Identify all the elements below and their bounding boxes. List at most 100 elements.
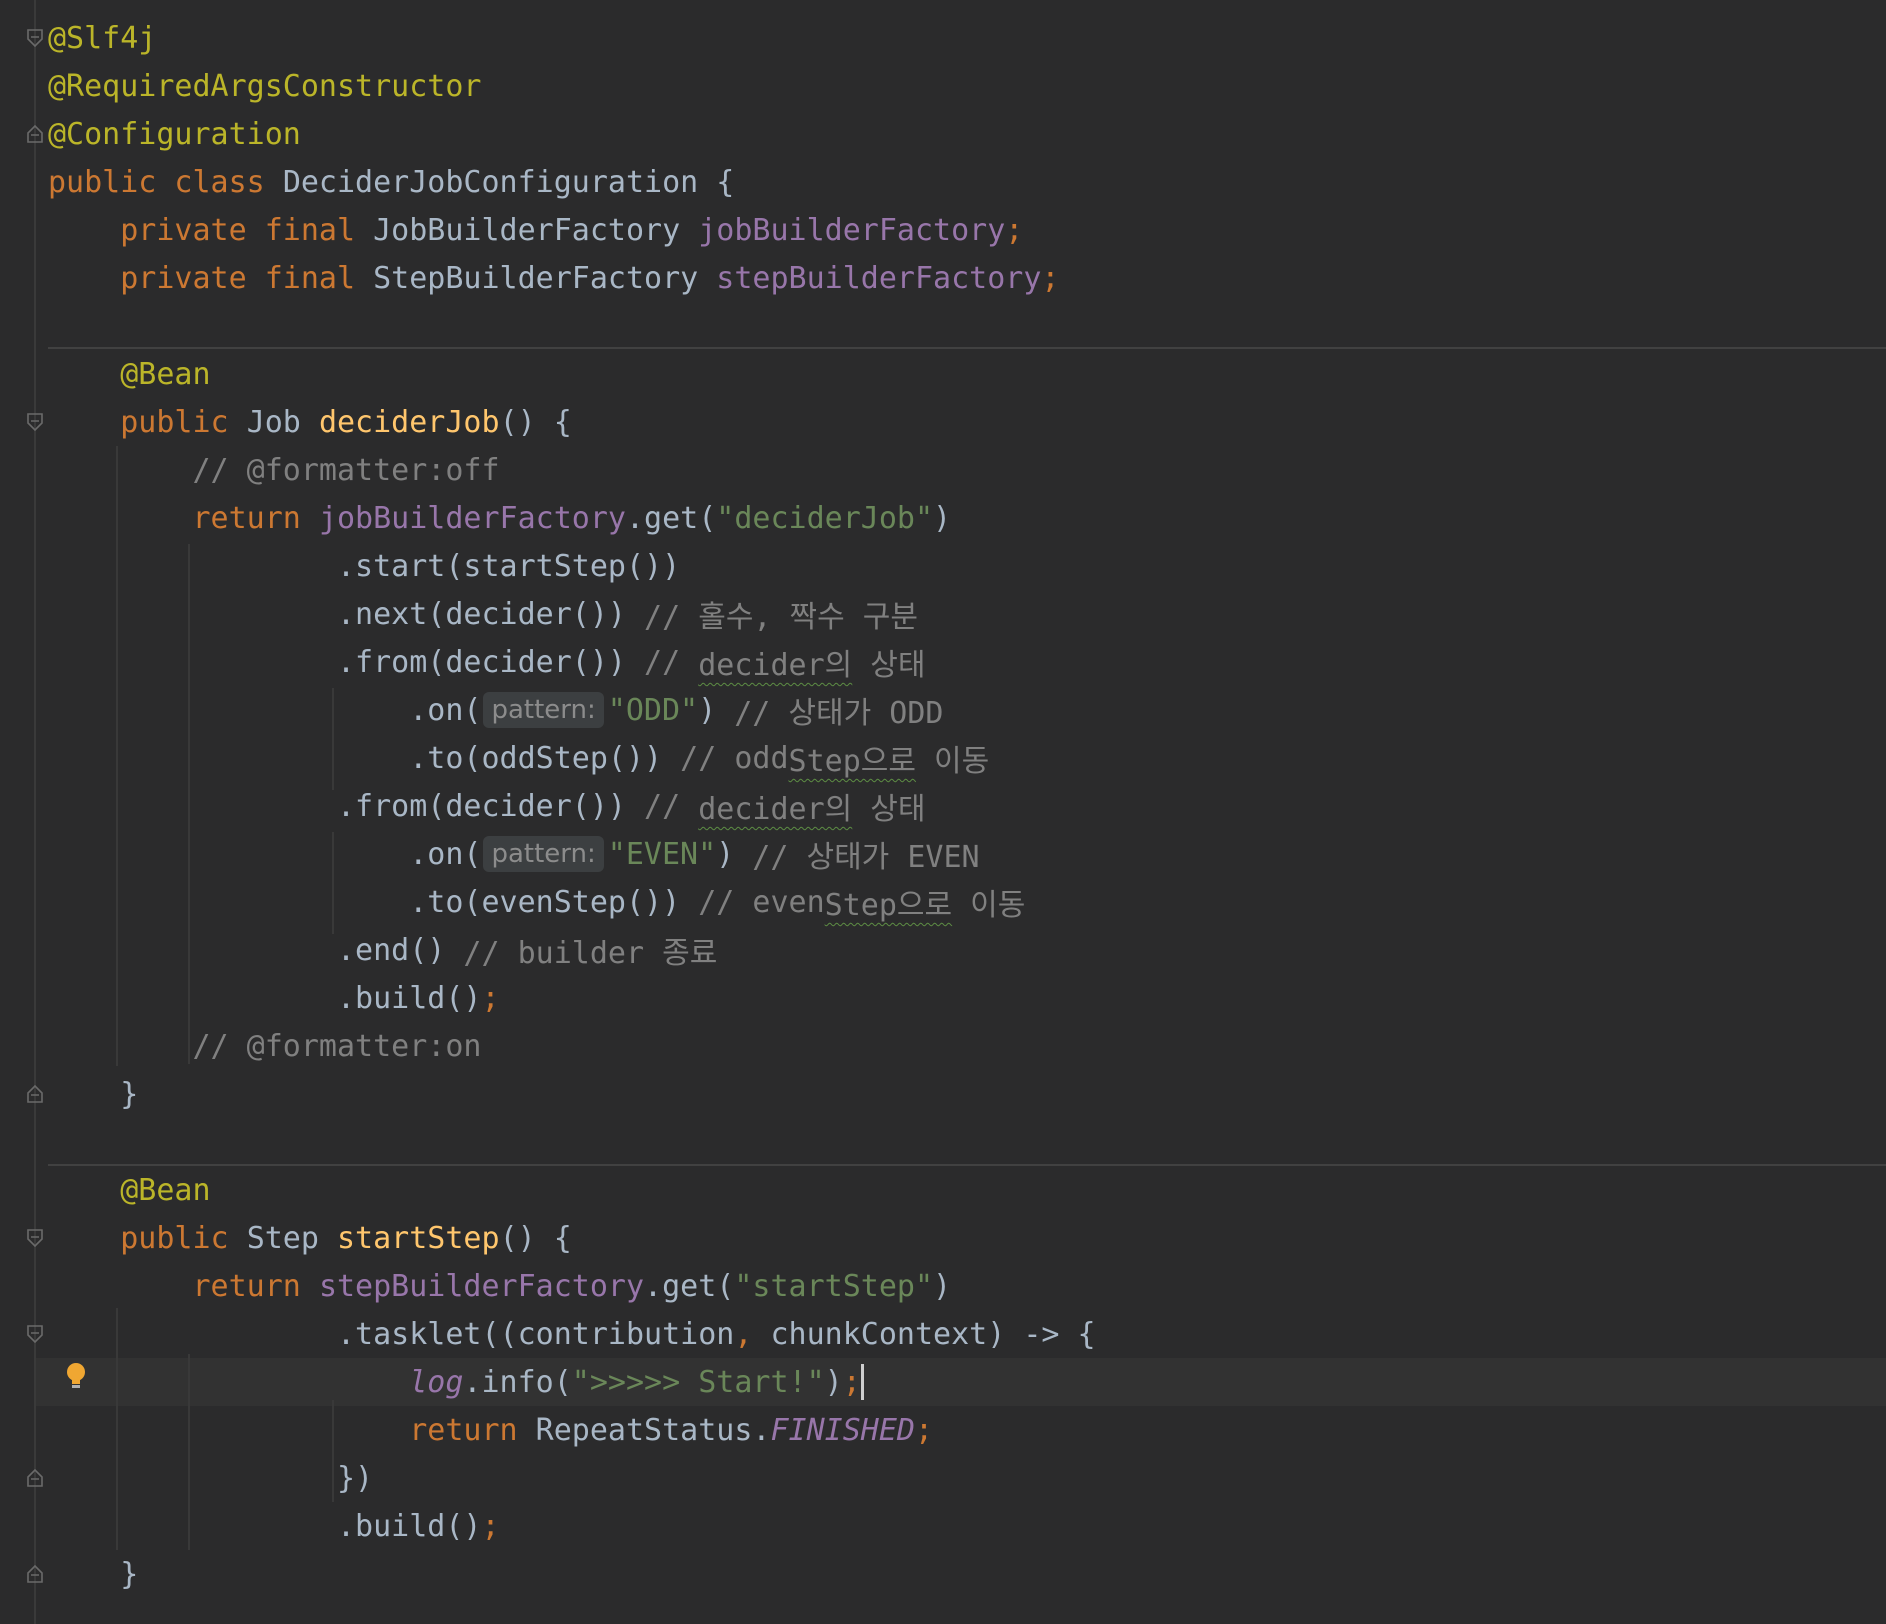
string-literal: "EVEN" xyxy=(607,836,717,872)
code-token: stepBuilderFactory xyxy=(716,260,1042,296)
code-token: .start(startStep()) xyxy=(48,548,681,584)
parameter-hint: pattern: xyxy=(483,692,604,728)
code-line[interactable]: return stepBuilderFactory .get("startStep… xyxy=(48,1262,951,1310)
code-line[interactable]: // @formatter:off xyxy=(48,446,500,494)
fold-marker-icon[interactable] xyxy=(26,124,44,144)
code-token: DeciderJobConfiguration { xyxy=(282,164,735,200)
keyword-token: public xyxy=(48,404,247,440)
code-token: chunkContext) -> { xyxy=(770,1316,1096,1352)
code-token: () { xyxy=(499,1220,572,1256)
keyword-token: private final xyxy=(48,260,374,296)
code-token: startStep xyxy=(337,1220,500,1256)
fold-marker-icon[interactable] xyxy=(26,412,44,432)
code-token: ; xyxy=(1005,212,1024,248)
code-token: ) xyxy=(933,1268,952,1304)
code-token: ; xyxy=(481,1508,500,1544)
code-token: } xyxy=(48,1556,139,1592)
code-token: () { xyxy=(499,404,572,440)
code-token: .on( xyxy=(48,692,482,728)
keyword-token: private final xyxy=(48,212,374,248)
keyword-token: public class xyxy=(48,164,283,200)
code-token: Step xyxy=(246,1220,337,1256)
code-line[interactable]: return jobBuilderFactory .get("deciderJob… xyxy=(48,494,951,542)
code-token: ; xyxy=(1041,260,1060,296)
code-line[interactable]: public Step startStep() { xyxy=(48,1214,572,1262)
annotation-token: @Bean xyxy=(48,1172,211,1208)
annotation-token: @Slf4j xyxy=(48,20,157,56)
code-line[interactable]: private final StepBuilderFactory stepBui… xyxy=(48,254,1059,302)
code-line[interactable]: .on(pattern: "ODD") // 상태가 ODD xyxy=(48,686,943,734)
keyword-token: return xyxy=(48,1268,319,1304)
comment-token: // 홀수, 짝수 구분 xyxy=(644,600,919,635)
annotation-token: @Bean xyxy=(48,356,211,392)
string-literal: "ODD" xyxy=(607,692,699,728)
code-line[interactable]: } xyxy=(48,1550,138,1598)
comment-token: // 상태가 ODD xyxy=(734,696,944,731)
fold-marker-icon[interactable] xyxy=(26,28,44,48)
code-token: } xyxy=(48,1076,139,1112)
code-line[interactable]: return RepeatStatus. FINISHED; xyxy=(48,1406,933,1454)
code-token: .from(decider()) xyxy=(48,644,645,680)
code-line[interactable]: .to(evenStep()) // even Step으로 이동 xyxy=(48,878,1025,926)
code-line[interactable]: log .info(">>>>> Start!"); xyxy=(48,1358,864,1406)
code-line[interactable]: } xyxy=(48,1070,138,1118)
code-line[interactable]: }) xyxy=(48,1454,373,1502)
comment-token: // xyxy=(644,644,699,680)
editor-gutter[interactable] xyxy=(0,0,36,1624)
fold-marker-icon[interactable] xyxy=(26,1084,44,1104)
fold-marker-icon[interactable] xyxy=(26,1564,44,1584)
code-line[interactable]: .start(startStep()) xyxy=(48,542,680,590)
code-editor[interactable]: @Slf4j @RequiredArgsConstructor @Configura… xyxy=(0,0,1886,1624)
code-token: log xyxy=(409,1364,464,1400)
code-line[interactable]: .next(decider()) // 홀수, 짝수 구분 xyxy=(48,590,918,638)
code-token: jobBuilderFactory xyxy=(318,500,626,536)
code-token: .to(evenStep()) xyxy=(48,884,699,920)
lightbulb-icon[interactable] xyxy=(64,1361,88,1391)
code-token: Job xyxy=(246,404,319,440)
method-separator xyxy=(48,347,1886,349)
comment-token: 상태 xyxy=(852,792,926,827)
fold-marker-icon[interactable] xyxy=(26,1324,44,1344)
code-token: .end() xyxy=(48,932,464,968)
code-token: .build() xyxy=(48,980,482,1016)
method-separator xyxy=(48,1164,1886,1166)
comment-token: // odd xyxy=(680,740,789,776)
code-line[interactable]: .to(oddStep()) // odd Step으로 이동 xyxy=(48,734,989,782)
code-token: ) xyxy=(933,500,952,536)
code-line[interactable]: public Job deciderJob() { xyxy=(48,398,572,446)
code-line[interactable]: @Configuration xyxy=(48,110,301,158)
code-line[interactable]: .tasklet((contribution, chunkContext) ->… xyxy=(48,1310,1096,1358)
code-token: ) xyxy=(824,1364,843,1400)
code-token: }) xyxy=(48,1460,374,1496)
keyword-token: public xyxy=(48,1220,247,1256)
code-token: ; xyxy=(914,1412,934,1448)
code-line[interactable]: @RequiredArgsConstructor xyxy=(48,62,481,110)
code-token: deciderJob xyxy=(318,404,500,440)
fold-marker-icon[interactable] xyxy=(26,1228,44,1248)
code-line[interactable]: @Bean xyxy=(48,350,211,398)
code-line[interactable]: private final JobBuilderFactory jobBuild… xyxy=(48,206,1023,254)
code-line[interactable]: public class DeciderJobConfiguration { xyxy=(48,158,734,206)
code-line[interactable]: @Bean xyxy=(48,1166,211,1214)
code-token: FINISHED xyxy=(770,1412,915,1448)
comment-token: 이동 xyxy=(952,888,1026,923)
code-line[interactable]: .from(decider()) // decider의 상태 xyxy=(48,638,926,686)
code-token: stepBuilderFactory xyxy=(318,1268,645,1304)
comment-token: // @formatter:off xyxy=(48,452,500,488)
string-literal: ">>>>> Start!" xyxy=(571,1364,825,1400)
code-line[interactable]: .build(); xyxy=(48,1502,500,1550)
comment-token: 이동 xyxy=(915,744,990,779)
code-token: .get( xyxy=(625,500,717,536)
annotation-token: @RequiredArgsConstructor xyxy=(48,68,482,104)
code-line[interactable]: .end() // builder 종료 xyxy=(48,926,717,974)
code-token: ) xyxy=(698,692,735,728)
code-line[interactable]: .build(); xyxy=(48,974,500,1022)
code-line[interactable]: @Slf4j xyxy=(48,14,156,62)
fold-marker-icon[interactable] xyxy=(26,1468,44,1488)
comment-token: // @formatter:on xyxy=(48,1028,482,1064)
code-token: .next(decider()) xyxy=(48,596,645,632)
code-line[interactable]: .on(pattern: "EVEN") // 상태가 EVEN xyxy=(48,830,980,878)
code-line[interactable]: .from(decider()) // decider의 상태 xyxy=(48,782,926,830)
comment-token: decider의 xyxy=(698,648,853,683)
code-line[interactable]: // @formatter:on xyxy=(48,1022,481,1070)
